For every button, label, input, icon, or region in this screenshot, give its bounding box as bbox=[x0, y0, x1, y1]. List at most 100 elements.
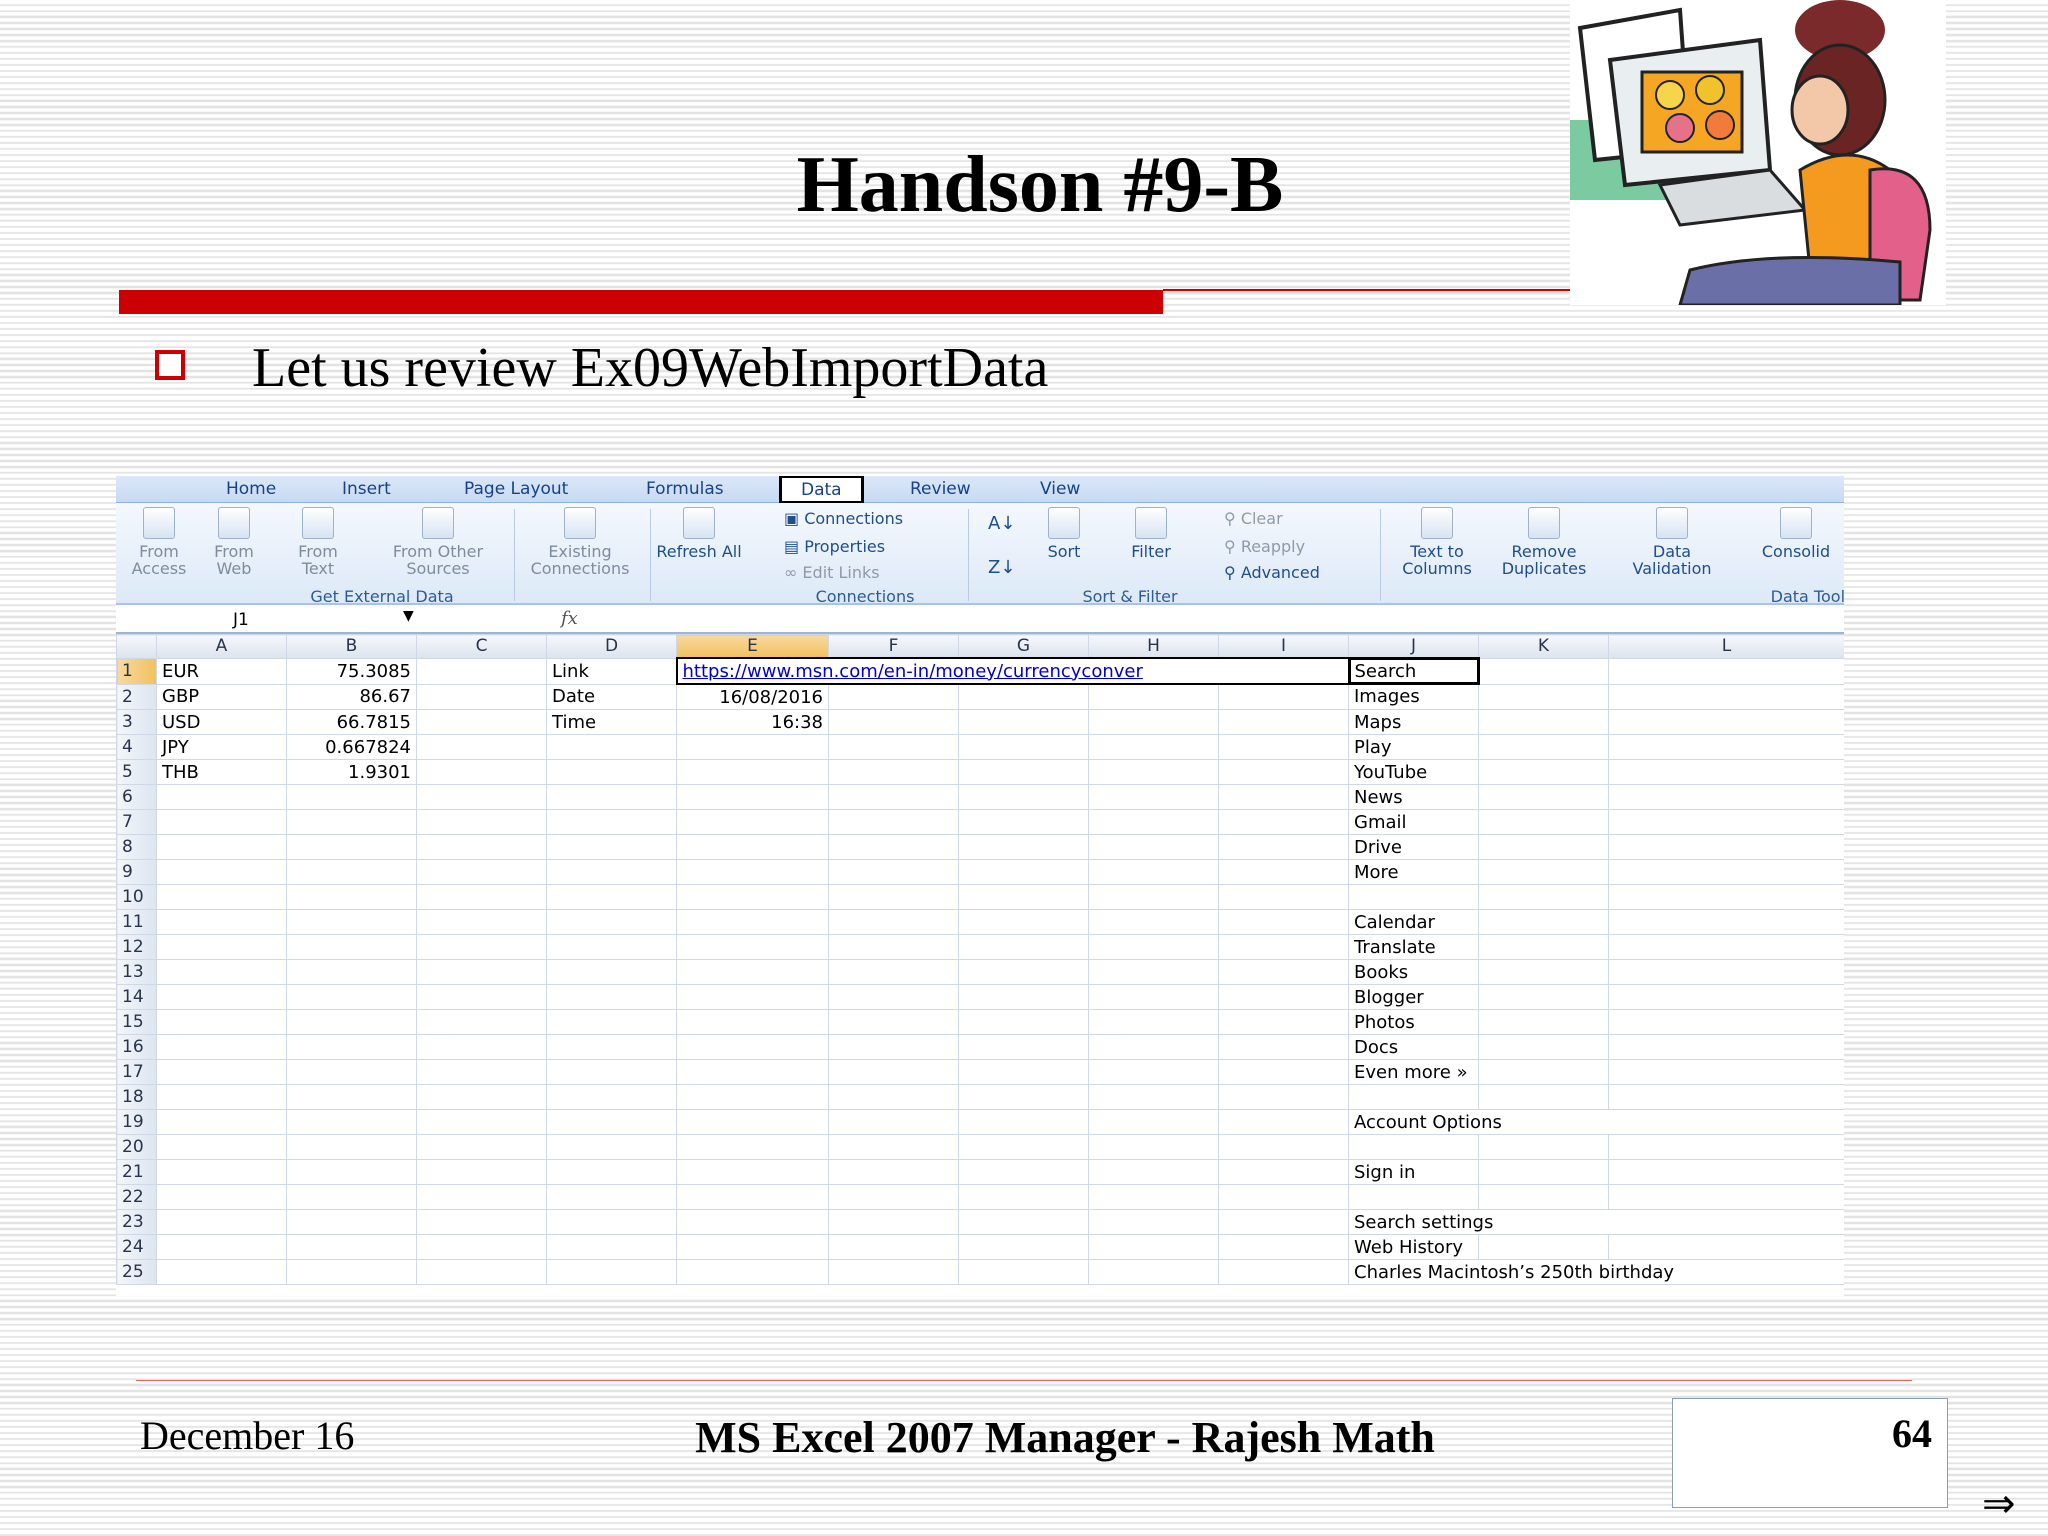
cell-k20[interactable] bbox=[1478, 1134, 1609, 1160]
cell-c20[interactable] bbox=[416, 1134, 547, 1160]
row-header[interactable]: 17 bbox=[116, 1059, 157, 1085]
cell-a9[interactable] bbox=[156, 859, 287, 885]
cell-i12[interactable] bbox=[1218, 934, 1349, 960]
cell-c17[interactable] bbox=[416, 1059, 547, 1085]
cell-j25[interactable]: Charles Macintosh’s 250th birthday bbox=[1348, 1259, 1844, 1285]
cell-e24[interactable] bbox=[676, 1234, 829, 1260]
cell-c9[interactable] bbox=[416, 859, 547, 885]
cell-g21[interactable] bbox=[958, 1159, 1089, 1185]
cell-l12[interactable] bbox=[1608, 934, 1844, 960]
cell-f21[interactable] bbox=[828, 1159, 959, 1185]
row-header[interactable]: 16 bbox=[116, 1034, 157, 1060]
cell-e9[interactable] bbox=[676, 859, 829, 885]
cell-g10[interactable] bbox=[958, 884, 1089, 910]
cell-i18[interactable] bbox=[1218, 1084, 1349, 1110]
cell-j7[interactable]: Gmail bbox=[1348, 809, 1479, 835]
cell-i5[interactable] bbox=[1218, 759, 1349, 785]
column-header-i[interactable]: I bbox=[1218, 634, 1349, 659]
cell-k11[interactable] bbox=[1478, 909, 1609, 935]
cell-k13[interactable] bbox=[1478, 959, 1609, 985]
cell-f7[interactable] bbox=[828, 809, 959, 835]
cell-k14[interactable] bbox=[1478, 984, 1609, 1010]
cell-f3[interactable] bbox=[828, 709, 959, 735]
cell-f2[interactable] bbox=[828, 683, 959, 710]
cell-i25[interactable] bbox=[1218, 1259, 1349, 1285]
cell-c19[interactable] bbox=[416, 1109, 547, 1135]
cell-k22[interactable] bbox=[1478, 1184, 1609, 1210]
cell-k7[interactable] bbox=[1478, 809, 1609, 835]
cell-f14[interactable] bbox=[828, 984, 959, 1010]
cell-f12[interactable] bbox=[828, 934, 959, 960]
cell-e23[interactable] bbox=[676, 1209, 829, 1235]
cell-e22[interactable] bbox=[676, 1184, 829, 1210]
cell-d7[interactable] bbox=[546, 809, 677, 835]
cell-l14[interactable] bbox=[1608, 984, 1844, 1010]
cell-g9[interactable] bbox=[958, 859, 1089, 885]
row-header[interactable]: 9 bbox=[116, 859, 157, 885]
cell-a5[interactable]: THB bbox=[156, 759, 287, 785]
cell-b14[interactable] bbox=[286, 984, 417, 1010]
cell-g3[interactable] bbox=[958, 709, 1089, 735]
cell-g7[interactable] bbox=[958, 809, 1089, 835]
cell-j3[interactable]: Maps bbox=[1348, 709, 1479, 735]
cell-b8[interactable] bbox=[286, 834, 417, 860]
cell-i19[interactable] bbox=[1218, 1109, 1349, 1135]
cell-g19[interactable] bbox=[958, 1109, 1089, 1135]
cell-j11[interactable]: Calendar bbox=[1348, 909, 1479, 935]
cell-d12[interactable] bbox=[546, 934, 677, 960]
cell-f11[interactable] bbox=[828, 909, 959, 935]
cell-f17[interactable] bbox=[828, 1059, 959, 1085]
cell-d23[interactable] bbox=[546, 1209, 677, 1235]
cell-b22[interactable] bbox=[286, 1184, 417, 1210]
cell-a13[interactable] bbox=[156, 959, 287, 985]
cell-j15[interactable]: Photos bbox=[1348, 1009, 1479, 1035]
cell-j14[interactable]: Blogger bbox=[1348, 984, 1479, 1010]
cell-i15[interactable] bbox=[1218, 1009, 1349, 1035]
cell-c23[interactable] bbox=[416, 1209, 547, 1235]
cell-c21[interactable] bbox=[416, 1159, 547, 1185]
cell-a8[interactable] bbox=[156, 834, 287, 860]
column-header-f[interactable]: F bbox=[828, 634, 959, 659]
cell-e25[interactable] bbox=[676, 1259, 829, 1285]
cell-a3[interactable]: USD bbox=[156, 709, 287, 735]
text-to-columns-button[interactable]: Text to Columns bbox=[1392, 507, 1482, 577]
cell-d17[interactable] bbox=[546, 1059, 677, 1085]
cell-c11[interactable] bbox=[416, 909, 547, 935]
cell-a24[interactable] bbox=[156, 1234, 287, 1260]
cell-i8[interactable] bbox=[1218, 834, 1349, 860]
cell-c18[interactable] bbox=[416, 1084, 547, 1110]
cell-a19[interactable] bbox=[156, 1109, 287, 1135]
cell-e17[interactable] bbox=[676, 1059, 829, 1085]
cell-f24[interactable] bbox=[828, 1234, 959, 1260]
tab-page-layout[interactable]: Page Layout bbox=[464, 479, 568, 499]
cell-d2[interactable]: Date bbox=[546, 683, 677, 710]
cell-b7[interactable] bbox=[286, 809, 417, 835]
cell-h12[interactable] bbox=[1088, 934, 1219, 960]
cell-d5[interactable] bbox=[546, 759, 677, 785]
cell-j6[interactable]: News bbox=[1348, 784, 1479, 810]
sort-a-to-z-icon[interactable]: A↓ bbox=[988, 513, 1015, 534]
cell-i22[interactable] bbox=[1218, 1184, 1349, 1210]
tab-data[interactable]: Data bbox=[779, 476, 864, 504]
cell-b5[interactable]: 1.9301 bbox=[286, 759, 417, 785]
cell-d4[interactable] bbox=[546, 734, 677, 760]
cell-i14[interactable] bbox=[1218, 984, 1349, 1010]
cell-k6[interactable] bbox=[1478, 784, 1609, 810]
cell-g18[interactable] bbox=[958, 1084, 1089, 1110]
cell-c1[interactable] bbox=[416, 657, 547, 685]
cell-j12[interactable]: Translate bbox=[1348, 934, 1479, 960]
cell-k18[interactable] bbox=[1478, 1084, 1609, 1110]
row-header[interactable]: 1 bbox=[116, 657, 157, 685]
cell-a7[interactable] bbox=[156, 809, 287, 835]
cell-l5[interactable] bbox=[1608, 759, 1844, 785]
cell-l18[interactable] bbox=[1608, 1084, 1844, 1110]
row-header[interactable]: 12 bbox=[116, 934, 157, 960]
cell-a22[interactable] bbox=[156, 1184, 287, 1210]
row-header[interactable]: 11 bbox=[116, 909, 157, 935]
cell-i10[interactable] bbox=[1218, 884, 1349, 910]
row-header[interactable]: 3 bbox=[116, 709, 157, 735]
cell-b9[interactable] bbox=[286, 859, 417, 885]
cell-h9[interactable] bbox=[1088, 859, 1219, 885]
cell-g14[interactable] bbox=[958, 984, 1089, 1010]
cell-g22[interactable] bbox=[958, 1184, 1089, 1210]
